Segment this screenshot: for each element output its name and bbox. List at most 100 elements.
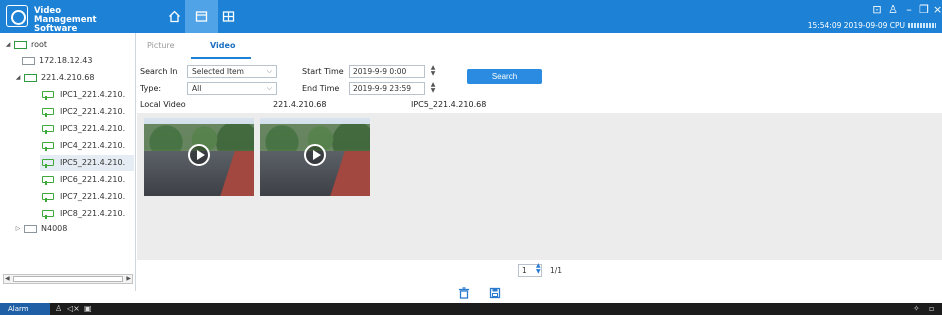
- user-icon[interactable]: ♙: [887, 3, 899, 17]
- window-icon[interactable]: ▣: [84, 304, 92, 314]
- expand-icon[interactable]: ▷: [14, 221, 22, 237]
- taskbar: Alarm ♙ ◁× ▣ ✧ ▫: [0, 303, 942, 315]
- restore-window-icon[interactable]: ▫: [929, 304, 934, 314]
- camera-label: IPC3_221.4.210.: [60, 124, 126, 133]
- tree-root[interactable]: ◢ root: [4, 37, 47, 53]
- type-value: All: [192, 84, 202, 93]
- scrollbar-thumb[interactable]: [13, 276, 123, 282]
- scroll-left-icon[interactable]: ◀: [5, 275, 10, 283]
- camera-icon: [42, 107, 56, 117]
- minimize-button[interactable]: –: [903, 3, 915, 17]
- local-video-label: Local Video: [140, 100, 186, 109]
- alarm-bell-icon[interactable]: ♙: [55, 304, 62, 314]
- tree-camera-selected[interactable]: IPC5_221.4.210.: [40, 155, 134, 171]
- save-icon[interactable]: [489, 287, 501, 299]
- tree-nvr-label: 221.4.210.68: [41, 73, 95, 82]
- start-time-label: Start Time: [302, 67, 344, 76]
- collapse-icon[interactable]: ◢: [14, 70, 22, 86]
- camera-label: IPC8_221.4.210.: [60, 209, 126, 218]
- playback-icon: [195, 11, 208, 22]
- camera-icon: [42, 209, 56, 219]
- mute-icon[interactable]: ◁×: [67, 304, 80, 314]
- device-grid-tab[interactable]: [212, 0, 245, 33]
- scroll-right-icon[interactable]: ▶: [126, 275, 131, 283]
- search-button[interactable]: Search: [467, 69, 542, 84]
- tree-camera[interactable]: IPC1_221.4.210.: [42, 87, 125, 103]
- result-device: 221.4.210.68: [273, 100, 327, 109]
- tree-camera[interactable]: IPC6_221.4.210.: [42, 172, 125, 188]
- page-total: 1/1: [550, 266, 563, 275]
- title-bar: Video Management Software ⊡ ♙ – ❐ × 15:5…: [0, 0, 942, 34]
- search-in-value: Selected Item: [192, 67, 244, 76]
- start-time-value: 2019-9-9 0:00: [353, 67, 407, 76]
- delete-icon[interactable]: [458, 287, 470, 299]
- close-button[interactable]: ×: [933, 3, 942, 17]
- tree-camera[interactable]: IPC3_221.4.210.: [42, 121, 125, 137]
- tree-root-label: root: [31, 40, 48, 49]
- type-select[interactable]: All ⌵: [187, 82, 277, 95]
- camera-icon: [42, 158, 56, 168]
- page-number: 1: [522, 266, 527, 275]
- end-time-label: End Time: [302, 84, 340, 93]
- tab-video[interactable]: Video: [210, 41, 235, 50]
- end-time-input[interactable]: 2019-9-9 23:59: [349, 82, 425, 95]
- home-icon: [169, 10, 180, 23]
- chevron-down-icon: ⌵: [266, 67, 272, 75]
- app-logo-icon: [6, 5, 28, 27]
- camera-label: IPC4_221.4.210.: [60, 141, 126, 150]
- video-results-area: [137, 113, 942, 260]
- page-spinner[interactable]: ▲ ▼: [536, 263, 541, 275]
- end-time-spinner[interactable]: ▲ ▼: [428, 82, 438, 95]
- start-time-input[interactable]: 2019-9-9 0:00: [349, 65, 425, 78]
- tree-camera[interactable]: IPC8_221.4.210.: [42, 206, 125, 222]
- tree-nvr[interactable]: ◢ 221.4.210.68: [14, 70, 94, 86]
- camera-label: IPC5_221.4.210.: [60, 158, 126, 167]
- tree-camera[interactable]: IPC7_221.4.210.: [42, 189, 125, 205]
- camera-icon: [42, 124, 56, 134]
- active-tab-indicator: [191, 57, 251, 59]
- tree-camera[interactable]: IPC2_221.4.210.: [42, 104, 125, 120]
- tree-camera[interactable]: IPC4_221.4.210.: [42, 138, 125, 154]
- collapse-icon[interactable]: ◢: [4, 37, 12, 53]
- tree-server-label: 172.18.12.43: [39, 56, 93, 65]
- search-in-select[interactable]: Selected Item ⌵: [187, 65, 277, 78]
- app-name: Video Management Software: [34, 6, 97, 34]
- camera-icon: [42, 175, 56, 185]
- camera-label: IPC1_221.4.210.: [60, 90, 126, 99]
- camera-label: IPC6_221.4.210.: [60, 175, 126, 184]
- play-icon[interactable]: [304, 144, 326, 166]
- tree-server[interactable]: 172.18.12.43: [20, 53, 92, 69]
- screen-icon[interactable]: ⊡: [871, 3, 883, 17]
- clock-text: 15:54:09 2019-09-09 CPU: [807, 21, 905, 30]
- camera-icon: [42, 90, 56, 100]
- camera-icon: [42, 141, 56, 151]
- camera-label: IPC7_221.4.210.: [60, 192, 126, 201]
- cpu-meter: [908, 23, 936, 28]
- main-panel: Picture Video Search In Selected Item ⌵ …: [137, 33, 942, 299]
- camera-icon: [42, 192, 56, 202]
- group-icon: [14, 41, 27, 49]
- video-thumbnail[interactable]: [260, 118, 370, 196]
- tab-picture[interactable]: Picture: [147, 41, 175, 50]
- search-in-label: Search In: [140, 67, 178, 76]
- video-thumbnail[interactable]: [144, 118, 254, 196]
- restore-button[interactable]: ❐: [918, 3, 930, 17]
- start-time-spinner[interactable]: ▲ ▼: [428, 65, 438, 78]
- tree-other-device[interactable]: ▷ N4008: [14, 221, 67, 237]
- device-tree: ◢ root 172.18.12.43 ◢ 221.4.210.68 IPC1_…: [0, 33, 136, 291]
- play-icon[interactable]: [188, 144, 210, 166]
- grid-icon: [222, 11, 235, 22]
- result-channel: IPC5_221.4.210.68: [411, 100, 487, 109]
- nvr-icon: [24, 74, 37, 82]
- device-icon: [24, 225, 37, 233]
- type-label: Type:: [140, 84, 162, 93]
- tree-horizontal-scrollbar[interactable]: ◀ ▶: [3, 274, 133, 284]
- chevron-down-icon: ⌵: [266, 84, 272, 92]
- server-icon: [22, 57, 35, 65]
- end-time-value: 2019-9-9 23:59: [353, 84, 412, 93]
- alarm-button[interactable]: Alarm: [0, 303, 50, 315]
- tree-other-label: N4008: [41, 224, 68, 233]
- camera-label: IPC2_221.4.210.: [60, 107, 126, 116]
- pin-icon[interactable]: ✧: [913, 304, 920, 314]
- clock-status: 15:54:09 2019-09-09 CPU: [808, 21, 936, 30]
